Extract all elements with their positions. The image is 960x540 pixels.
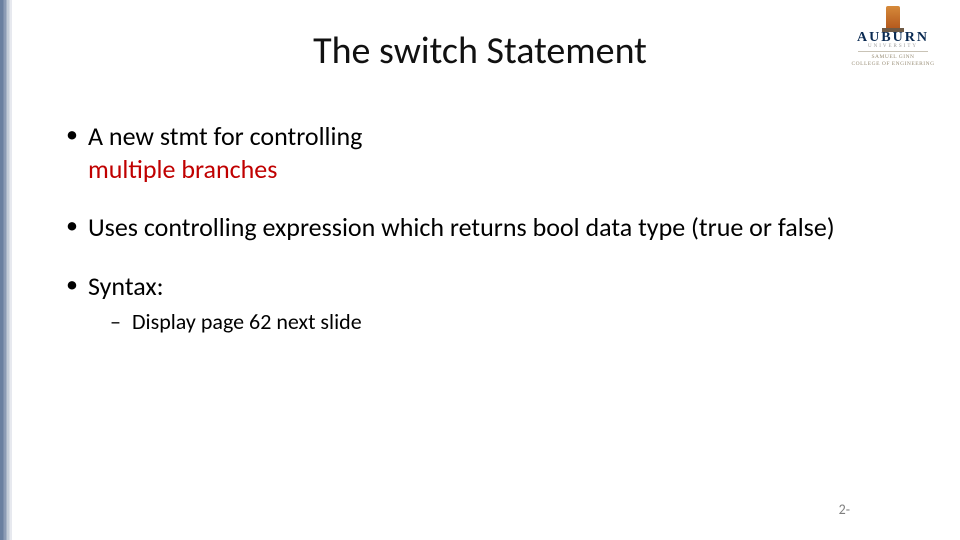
slide-content: A new stmt for controlling multiple bran… [60, 120, 930, 362]
bullet-2-text: Uses controlling expression which return… [88, 211, 835, 243]
sub-bullet-list: Display page 62 next slide [110, 308, 930, 336]
page-number: 2- [839, 501, 850, 518]
bullet-2: Uses controlling expression which return… [60, 211, 930, 244]
bullet-1: A new stmt for controlling multiple bran… [60, 120, 930, 185]
slide: AUBURN UNIVERSITY SAMUEL GINN COLLEGE OF… [0, 0, 960, 540]
bullet-1-text: A new stmt for controlling [88, 120, 362, 152]
bullet-list: A new stmt for controlling multiple bran… [60, 120, 930, 336]
bullet-3-text: Syntax: [88, 270, 164, 302]
left-decorative-strip [0, 0, 12, 540]
slide-title: The switch Statement [0, 28, 960, 74]
sub-bullet-1: Display page 62 next slide [110, 308, 930, 336]
bullet-3: Syntax: Display page 62 next slide [60, 270, 930, 336]
tower-icon [886, 6, 900, 28]
bullet-1-emphasis: multiple branches [88, 153, 277, 185]
sub-bullet-1-text: Display page 62 next slide [132, 308, 362, 335]
